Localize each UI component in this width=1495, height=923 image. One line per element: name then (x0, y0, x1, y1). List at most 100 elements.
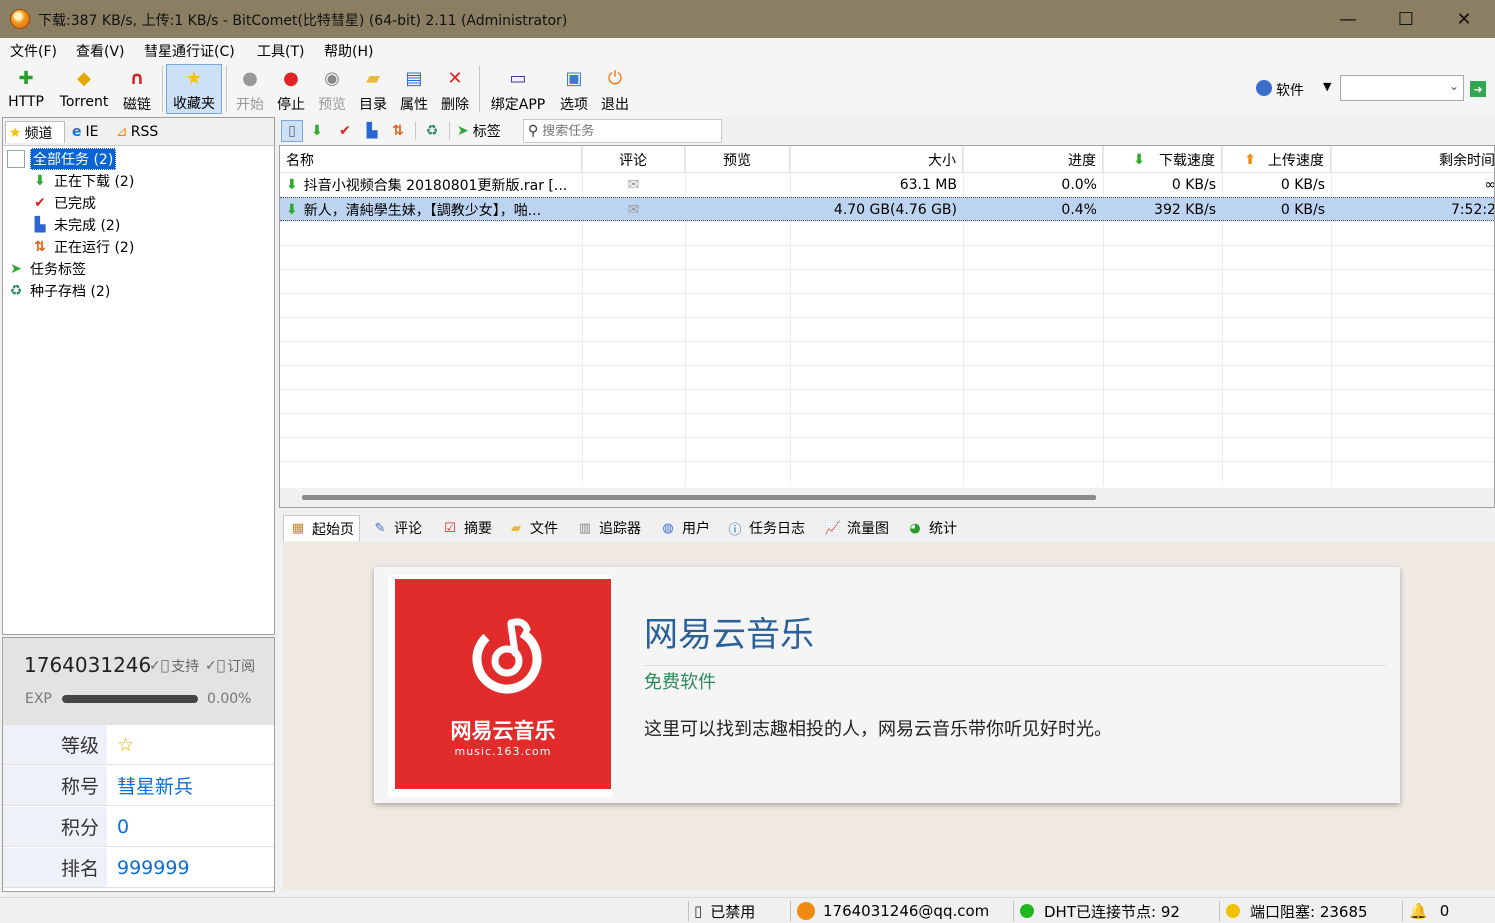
web-search-input[interactable] (1343, 77, 1443, 99)
col-preview[interactable]: 预览 (685, 146, 790, 173)
archive-icon[interactable]: ♻ (421, 120, 443, 142)
task-search-input[interactable] (542, 123, 703, 139)
tab-summary[interactable]: ☑ 摘要 (436, 515, 497, 541)
magnet-icon: ∩ (129, 68, 145, 89)
separator (1219, 901, 1220, 921)
col-comment[interactable]: 评论 (582, 146, 685, 173)
tag-button[interactable]: ➤ 标签 (457, 121, 501, 141)
view-all-icon[interactable]: ▯ (281, 120, 303, 142)
tree-downloading[interactable]: ⬇ 正在下载 (2) (7, 170, 272, 192)
add-http-button[interactable]: ✚ HTTP (5, 64, 47, 114)
directory-button[interactable]: ▰ 目录 (355, 64, 391, 114)
status-disabled[interactable]: ▯ 已禁用 (694, 900, 755, 922)
start-button[interactable]: ● 开始 (232, 64, 268, 114)
col-download-speed[interactable]: ⬇ 下载速度 (1103, 146, 1222, 173)
task-search-box[interactable]: ⚲ (523, 119, 722, 143)
filter-completed-icon[interactable]: ✔ (334, 120, 356, 142)
status-account-label: 1764031246@qq.com (823, 902, 990, 920)
col-remaining[interactable]: 剩余时间 (1331, 146, 1494, 173)
tree-running[interactable]: ⇅ 正在运行 (2) (7, 236, 272, 258)
bind-app-label: 绑定APP (490, 97, 546, 113)
tree-all-tasks[interactable]: 全部任务 (2) (7, 148, 272, 170)
col-size[interactable]: 大小 (790, 146, 963, 173)
menu-help[interactable]: 帮助(H) (324, 41, 373, 61)
tab-channel[interactable]: ★ 频道 (5, 121, 65, 143)
scrollbar-thumb[interactable] (302, 495, 1096, 500)
status-dht[interactable]: DHT已连接节点: 92 (1020, 900, 1180, 922)
tab-ie[interactable]: e IE (69, 121, 101, 143)
filter-running-icon[interactable]: ⇅ (387, 120, 409, 142)
search-scope-label[interactable]: 软件 (1276, 80, 1304, 100)
menu-passport[interactable]: 彗星通行证(C) (144, 41, 235, 61)
tree-torrent-archive[interactable]: ♻ 种子存档 (2) (7, 280, 272, 302)
search-scope-dropdown-icon[interactable]: ▼ (1323, 80, 1331, 93)
tab-task-log[interactable]: ⓘ 任务日志 (721, 515, 810, 541)
software-card[interactable]: 网易云音乐 music.163.com 网易云音乐 免费软件 这里可以找到志趣相… (374, 567, 1400, 803)
status-port[interactable]: 端口阻塞: 23685 (1226, 900, 1368, 922)
tab-rss[interactable]: ⊿ RSS (113, 121, 161, 143)
tab-start-page[interactable]: ▦ 起始页 (283, 515, 360, 541)
menu-view[interactable]: 查看(V) (76, 41, 125, 61)
col-name[interactable]: 名称 (280, 146, 582, 173)
exit-button[interactable]: ⏻ 退出 (597, 64, 633, 114)
filter-incomplete-icon[interactable]: ▙ (361, 120, 383, 142)
exit-icon: ⏻ (607, 68, 623, 89)
horizontal-scrollbar[interactable] (280, 488, 1494, 507)
software-title[interactable]: 网易云音乐 (644, 607, 814, 656)
delete-button[interactable]: ✕ 删除 (437, 64, 473, 114)
maximize-button[interactable]: ☐ (1377, 0, 1435, 38)
col-upload-speed[interactable]: ⬆ 上传速度 (1222, 146, 1331, 173)
comment-envelope-icon[interactable]: ✉ (582, 198, 685, 222)
table-row[interactable]: ⬇ 新人，清純學生妹，【調教少女】，啪... ✉ 4.70 GB(4.76 GB… (280, 197, 1494, 222)
preview-button[interactable]: ◉ 预览 (314, 64, 350, 114)
tree-task-tags[interactable]: ➤ 任务标签 (7, 258, 272, 280)
points-value[interactable]: 0 (107, 807, 274, 846)
menu-file[interactable]: 文件(F) (10, 41, 57, 61)
stop-button[interactable]: ● 停止 (273, 64, 309, 114)
bind-app-button[interactable]: ▭ 绑定APP (486, 64, 550, 114)
bitcomet-logo-icon (10, 9, 30, 29)
favorites-button[interactable]: ★ 收藏夹 (166, 64, 222, 114)
filter-downloading-icon[interactable]: ⬇ (306, 120, 328, 142)
exp-value: 0.00% (207, 691, 252, 707)
add-torrent-button[interactable]: ◆ Torrent (55, 64, 113, 114)
tab-statistics[interactable]: ◕ 统计 (901, 515, 962, 541)
search-combo[interactable]: ⌄ (1340, 75, 1464, 101)
menu-tools[interactable]: 工具(T) (257, 41, 304, 61)
chevron-down-icon[interactable]: ⌄ (1449, 79, 1459, 93)
options-button[interactable]: ▣ 选项 (555, 64, 593, 114)
detail-tabs: ▦ 起始页 ✎ 评论 ☑ 摘要 ▰ 文件 ▥ 追踪器 ◍ 用户 ⓘ 任务日志 📈… (279, 512, 1495, 542)
bitcomet-account-icon (797, 902, 815, 920)
netease-music-logo[interactable]: 网易云音乐 music.163.com (395, 579, 611, 789)
info-icon: ⓘ (728, 522, 742, 538)
properties-icon: ▤ (405, 68, 423, 89)
properties-button[interactable]: ▤ 属性 (396, 64, 432, 114)
table-row[interactable]: ⬇ 抖音小视频合集 20180801更新版.rar [... ✉ 63.1 MB… (280, 173, 1494, 197)
tab-comments[interactable]: ✎ 评论 (366, 515, 427, 541)
go-arrow-icon[interactable]: ➜ (1470, 81, 1486, 97)
support-link[interactable]: ✓⃝ 支持 (149, 656, 199, 676)
options-label: 选项 (560, 97, 588, 113)
tree-incomplete[interactable]: ▙ 未完成 (2) (7, 214, 272, 236)
close-button[interactable]: ✕ (1435, 0, 1493, 38)
status-account[interactable]: 1764031246@qq.com (797, 900, 989, 922)
tab-files[interactable]: ▰ 文件 (502, 515, 563, 541)
tab-channel-label: 频道 (24, 125, 53, 142)
grid-line (280, 269, 1494, 270)
minimize-button[interactable]: — (1319, 0, 1377, 38)
comment-envelope-icon[interactable]: ✉ (582, 173, 685, 197)
col-progress[interactable]: 进度 (963, 146, 1103, 173)
magnet-button[interactable]: ∩ 磁链 (119, 64, 155, 114)
tab-peers[interactable]: ◍ 用户 (654, 515, 715, 541)
favorites-label: 收藏夹 (173, 96, 215, 112)
tree-completed[interactable]: ✔ 已完成 (7, 192, 272, 214)
status-alerts[interactable]: 🔔 0 (1409, 900, 1449, 922)
user-id: 1764031246 (24, 653, 152, 677)
category-pane: ★ 频道 e IE ⊿ RSS 全部任务 (2) ⬇ 正在下载 (2) ✔ 已完… (2, 117, 275, 635)
tab-trackers[interactable]: ▥ 追踪器 (571, 515, 646, 541)
rank-value[interactable]: 999999 (107, 848, 274, 887)
subscribe-link[interactable]: ✓⃝ 订阅 (205, 656, 255, 676)
title-value[interactable]: 彗星新兵 (107, 766, 274, 805)
tab-traffic-chart[interactable]: 📈 流量图 (819, 515, 894, 541)
folder-icon: ▰ (366, 68, 380, 89)
